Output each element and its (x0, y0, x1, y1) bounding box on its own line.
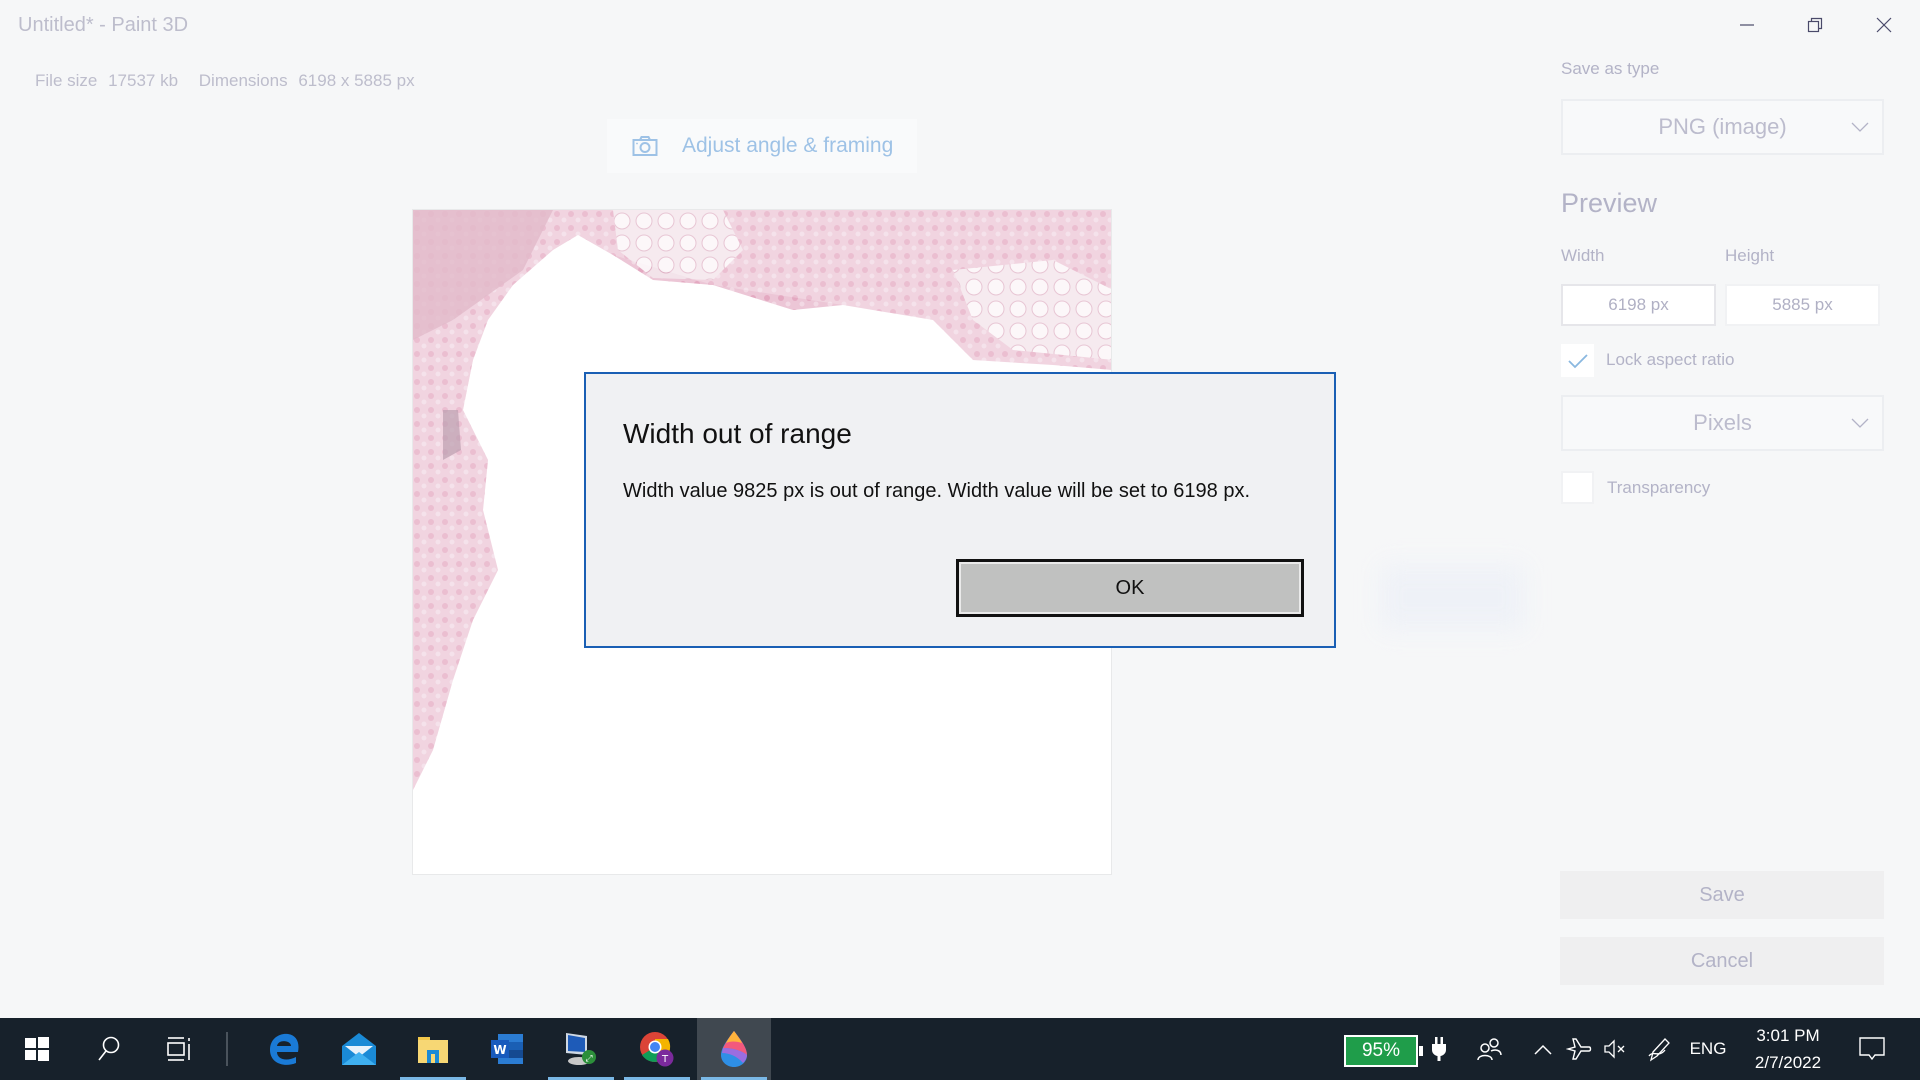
chrome-icon: T (640, 1032, 674, 1067)
clock-date: 2/7/2022 (1754, 1053, 1822, 1072)
dialog-message: Width value 9825 px is out of range. Wid… (623, 480, 1251, 502)
lock-aspect-label: Lock aspect ratio (1606, 350, 1735, 369)
adjust-angle-framing-button[interactable]: Adjust angle & framing (607, 119, 917, 173)
language-indicator[interactable]: ENG (1686, 1018, 1730, 1080)
taskbar-edge[interactable] (248, 1018, 322, 1080)
width-input[interactable]: 6198 px (1561, 284, 1716, 326)
width-label: Width (1561, 246, 1605, 265)
start-button[interactable] (0, 1018, 74, 1080)
clock[interactable]: 3:01 PM 2/7/2022 (1740, 1022, 1836, 1076)
folder-icon (418, 1037, 448, 1063)
taskbar-chrome[interactable]: T (620, 1018, 694, 1080)
transparency-checkbox[interactable] (1561, 471, 1594, 504)
paint3d-icon (721, 1031, 747, 1067)
save-as-type-value: PNG (image) (1658, 114, 1787, 139)
checkmark-icon (1567, 353, 1588, 368)
people-icon[interactable] (1474, 1018, 1506, 1080)
svg-text:W: W (493, 1043, 506, 1057)
dimensions-label: Dimensions (198, 71, 288, 90)
paint3d-window: Untitled* - Paint 3D File size 17537 kb … (0, 0, 1920, 1018)
pen-workspace-icon[interactable] (1644, 1018, 1674, 1080)
save-button[interactable]: Save (1560, 871, 1884, 919)
mail-icon (342, 1033, 376, 1065)
power-plug-icon (1424, 1018, 1454, 1080)
chevron-down-icon (1851, 418, 1869, 428)
file-size-value: 17537 kb (108, 71, 179, 90)
height-label: Height (1725, 246, 1775, 265)
action-center-button[interactable] (1852, 1018, 1892, 1080)
taskbar: W ⤢ T 95% ENG 3:01 PM 2/7/2022 (0, 1018, 1920, 1080)
svg-text:T: T (661, 1054, 669, 1065)
task-view-icon (167, 1037, 190, 1061)
show-hidden-icons-chevron-up-icon[interactable] (1530, 1018, 1556, 1080)
volume-muted-icon[interactable] (1600, 1018, 1630, 1080)
taskbar-remote-desktop[interactable]: ⤢ (544, 1018, 618, 1080)
ok-button[interactable]: OK (956, 559, 1304, 617)
search-button[interactable] (72, 1018, 146, 1080)
chevron-down-icon (1851, 122, 1869, 132)
search-icon (98, 1036, 120, 1061)
height-input[interactable]: 5885 px (1725, 284, 1880, 326)
taskbar-word[interactable]: W (470, 1018, 544, 1080)
svg-text:⤢: ⤢ (584, 1054, 592, 1064)
dialog-shadow (1380, 565, 1525, 630)
units-dropdown[interactable]: Pixels (1561, 395, 1884, 451)
notification-icon (1859, 1037, 1885, 1061)
airplane-mode-icon[interactable] (1564, 1018, 1594, 1080)
save-panel: Save as type PNG (image) Preview Width H… (1540, 0, 1920, 1018)
width-out-of-range-dialog: Width out of range Width value 9825 px i… (584, 372, 1336, 648)
remote-desktop-icon: ⤢ (566, 1033, 596, 1065)
dimensions-value: 6198 x 5885 px (298, 71, 415, 90)
taskbar-separator (226, 1032, 228, 1066)
save-as-type-dropdown[interactable]: PNG (image) (1561, 99, 1884, 155)
adjust-label: Adjust angle & framing (682, 134, 894, 157)
preview-heading: Preview (1561, 188, 1658, 218)
dialog-title: Width out of range (623, 418, 852, 449)
windows-icon (25, 1037, 49, 1061)
units-value: Pixels (1693, 410, 1752, 435)
battery-indicator[interactable]: 95% (1344, 1035, 1423, 1067)
lock-aspect-checkbox[interactable] (1561, 344, 1594, 377)
edge-icon (270, 1033, 299, 1065)
camera-icon (632, 136, 658, 156)
file-info: File size 17537 kb Dimensions 6198 x 588… (35, 71, 421, 91)
word-icon: W (491, 1034, 523, 1064)
cancel-button[interactable]: Cancel (1560, 937, 1884, 985)
taskbar-paint3d[interactable] (697, 1018, 771, 1080)
file-size-label: File size (35, 71, 98, 90)
window-title: Untitled* - Paint 3D (18, 14, 189, 36)
transparency-label: Transparency (1607, 478, 1711, 497)
task-view-button[interactable] (142, 1018, 216, 1080)
taskbar-file-explorer[interactable] (396, 1018, 470, 1080)
save-as-type-label: Save as type (1561, 59, 1660, 78)
clock-time: 3:01 PM (1756, 1026, 1820, 1045)
taskbar-mail[interactable] (322, 1018, 396, 1080)
